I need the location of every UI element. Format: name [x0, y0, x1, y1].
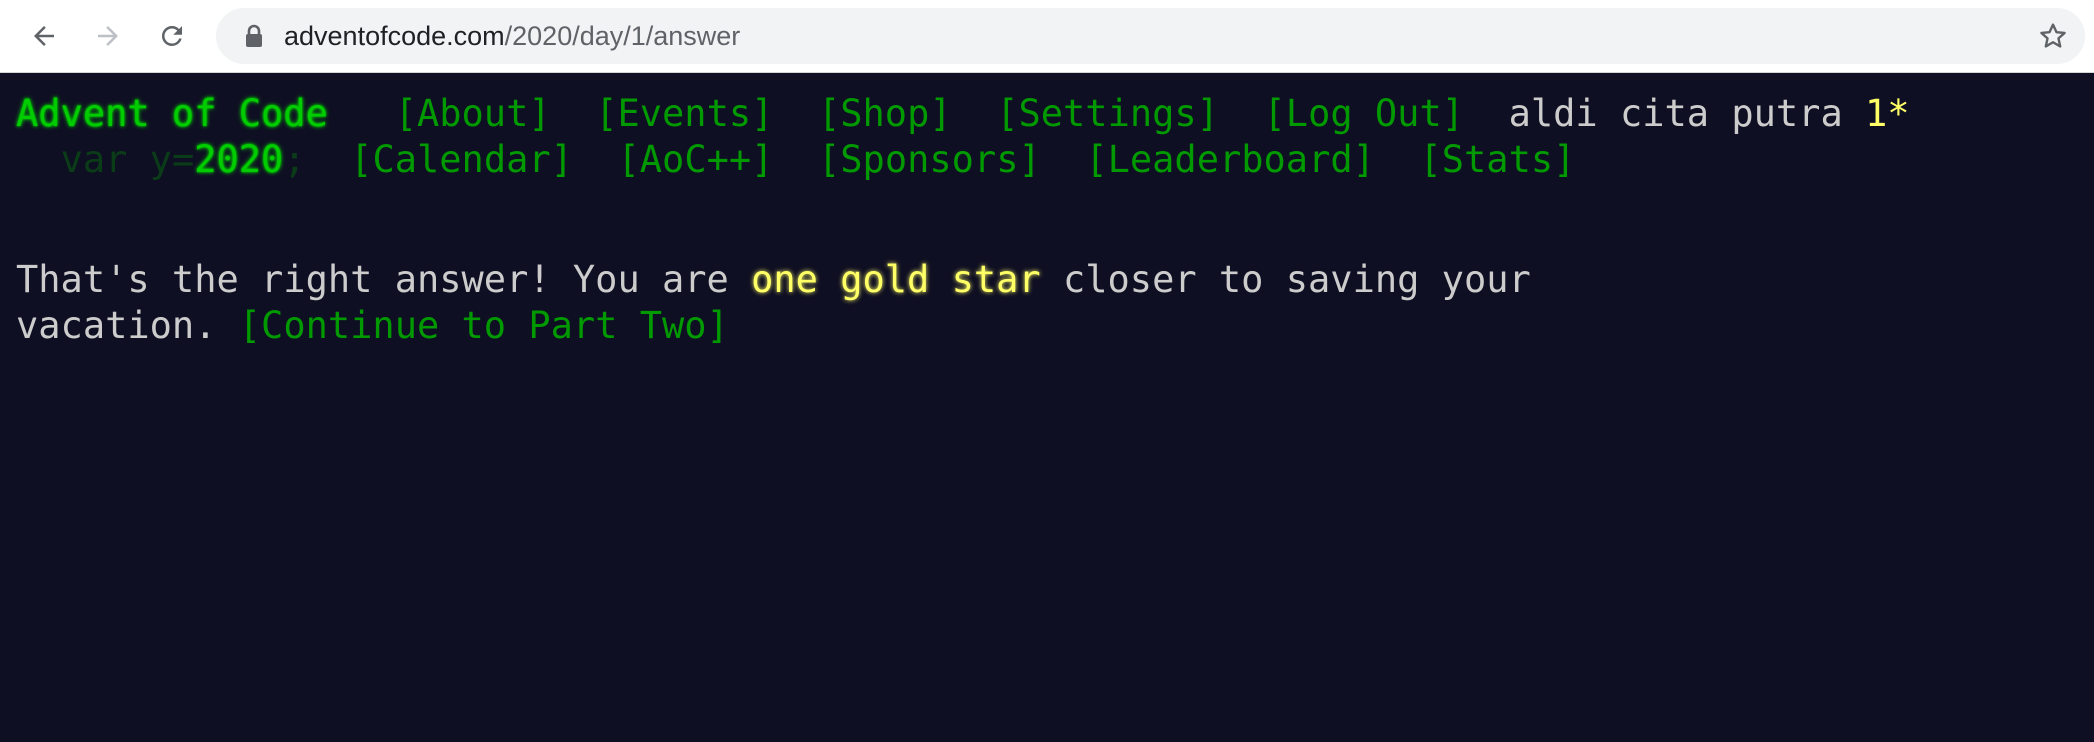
year-link[interactable]: 2020: [194, 138, 283, 181]
year-prefix: var y=: [60, 138, 195, 181]
continue-part-two-link[interactable]: [Continue to Part Two]: [239, 304, 729, 347]
gold-star-highlight: one gold star: [751, 258, 1041, 301]
url-text[interactable]: adventofcode.com/2020/day/1/answer: [284, 8, 740, 64]
answer-message-start: That's the right answer! You are: [16, 258, 752, 301]
site-title-link[interactable]: Advent of Code: [16, 92, 328, 135]
reload-button[interactable]: [150, 14, 194, 58]
nav-stats-link[interactable]: [Stats]: [1419, 138, 1575, 181]
back-button[interactable]: [22, 14, 66, 58]
nav-calendar-link[interactable]: [Calendar]: [350, 138, 573, 181]
username: aldi cita putra: [1508, 92, 1843, 135]
star-count: 1*: [1865, 92, 1910, 135]
nav-about-link[interactable]: [About]: [395, 92, 551, 135]
nav-settings-link[interactable]: [Settings]: [996, 92, 1219, 135]
answer-message-line-1: That's the right answer! You are one gol…: [16, 257, 1531, 303]
nav-aocplusplus-link[interactable]: [AoC++]: [618, 138, 774, 181]
arrow-left-icon: [34, 26, 54, 46]
url-path: /2020/day/1/answer: [504, 21, 741, 51]
nav-logout-link[interactable]: [Log Out]: [1264, 92, 1464, 135]
answer-message-end: closer to saving your: [1040, 258, 1531, 301]
url-host: adventofcode.com: [284, 21, 505, 51]
header-row-2: var y=2020; [Calendar] [AoC++] [Sponsors…: [16, 137, 1576, 183]
arrow-right-icon: [98, 26, 118, 46]
lock-icon: [246, 24, 262, 47]
answer-message-line-2: vacation. [Continue to Part Two]: [16, 303, 729, 349]
reload-icon: [161, 25, 182, 46]
nav-leaderboard-link[interactable]: [Leaderboard]: [1085, 138, 1375, 181]
nav-events-link[interactable]: [Events]: [595, 92, 773, 135]
year-suffix: ;: [283, 138, 306, 181]
header-row-1: Advent of Code [About] [Events] [Shop] […: [16, 91, 1910, 137]
address-bar[interactable]: adventofcode.com/2020/day/1/answer: [216, 8, 2085, 64]
page-content: Advent of Code [About] [Events] [Shop] […: [0, 73, 2094, 742]
answer-message-vacation: vacation.: [16, 304, 239, 347]
star-outline-icon[interactable]: [2037, 20, 2069, 52]
forward-button[interactable]: [86, 14, 130, 58]
nav-shop-link[interactable]: [Shop]: [818, 92, 952, 135]
browser-toolbar: adventofcode.com/2020/day/1/answer: [0, 0, 2094, 73]
nav-sponsors-link[interactable]: [Sponsors]: [818, 138, 1041, 181]
